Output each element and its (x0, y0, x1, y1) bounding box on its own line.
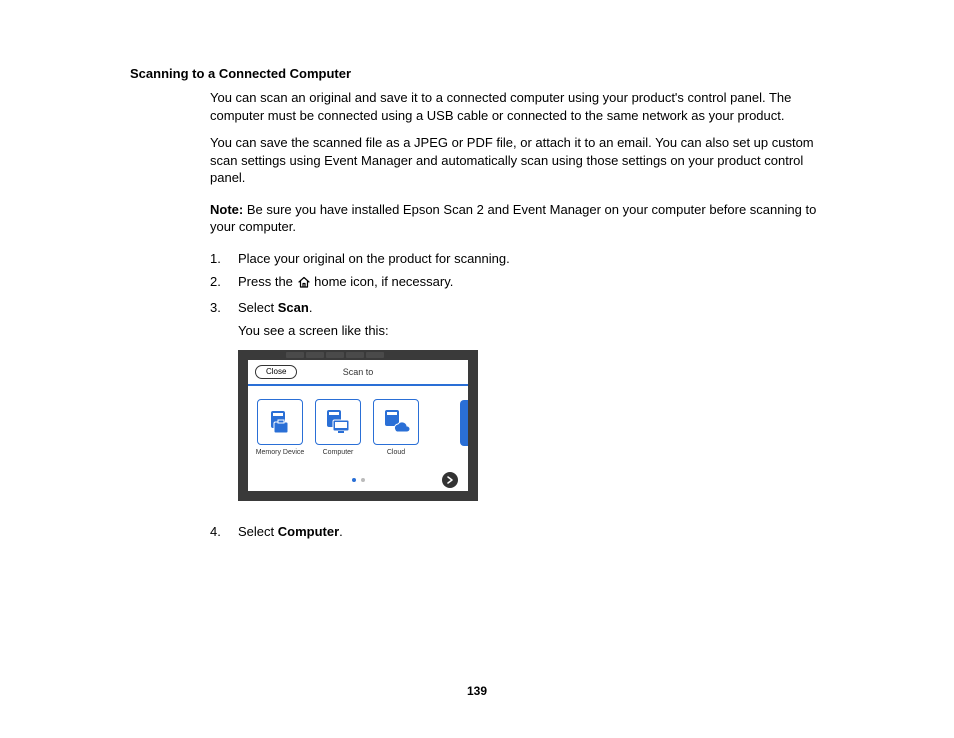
screen-title: Scan to (343, 367, 374, 377)
step-3-text-a: Select (238, 300, 278, 315)
close-button: Close (255, 365, 297, 379)
step-3-bold: Scan (278, 300, 309, 315)
tile-partial-next (460, 400, 468, 446)
screenshot-figure: Close Scan to Memory Devi (238, 350, 824, 501)
tile-cloud: Cloud (370, 399, 422, 457)
step-1: Place your original on the product for s… (210, 250, 824, 268)
step-3-subtext: You see a screen like this: (238, 322, 824, 340)
note-paragraph: Note: Be sure you have installed Epson S… (210, 201, 824, 236)
tile-cloud-label: Cloud (370, 449, 422, 457)
step-3-text-c: . (309, 300, 313, 315)
step-2: Press the home icon, if necessary. (210, 273, 824, 293)
memory-device-icon (257, 399, 303, 445)
step-2-text-b: home icon, if necessary. (311, 274, 454, 289)
page-number: 139 (467, 684, 487, 698)
step-2-text-a: Press the (238, 274, 297, 289)
step-3: Select Scan. You see a screen like this: (210, 299, 824, 340)
tile-memory-device: Memory Device (254, 399, 306, 457)
paragraph-2: You can save the scanned file as a JPEG … (210, 134, 824, 187)
step-4: Select Computer. (210, 523, 824, 541)
tile-computer: Computer (312, 399, 364, 457)
next-arrow-icon (442, 472, 458, 488)
step-4-text-c: . (339, 524, 343, 539)
tile-memory-device-label: Memory Device (254, 449, 306, 457)
computer-icon (315, 399, 361, 445)
cloud-icon (373, 399, 419, 445)
note-label: Note: (210, 202, 243, 217)
tile-computer-label: Computer (312, 449, 364, 457)
paragraph-1: You can scan an original and save it to … (210, 89, 824, 124)
home-icon (297, 275, 311, 293)
step-4-text-a: Select (238, 524, 278, 539)
note-text: Be sure you have installed Epson Scan 2 … (210, 202, 816, 235)
page-indicator (352, 478, 365, 482)
section-title: Scanning to a Connected Computer (130, 66, 824, 81)
step-4-bold: Computer (278, 524, 339, 539)
